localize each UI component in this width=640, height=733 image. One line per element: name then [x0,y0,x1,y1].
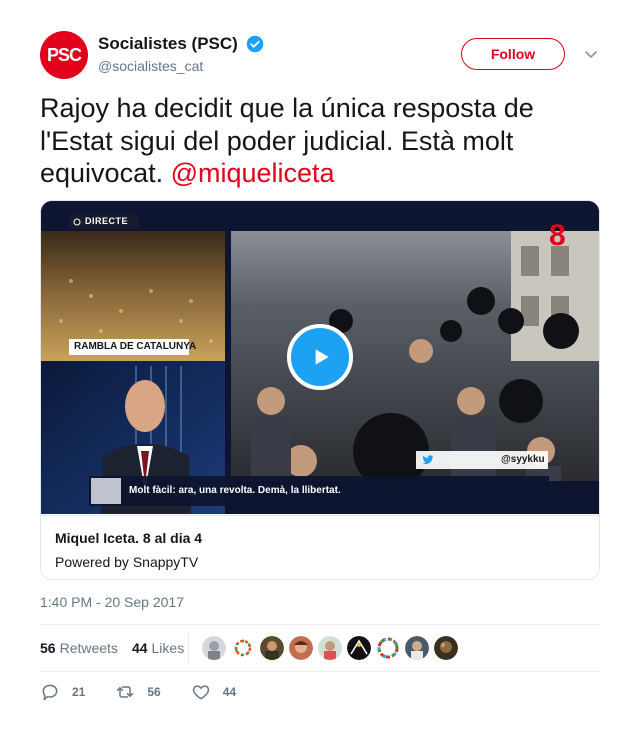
card-title: Miquel Iceta. 8 al dia 4 [55,530,203,546]
tweet-text: Rajoy ha decidit que la única resposta d… [40,92,600,190]
retweets-label: Retweets [59,640,118,656]
reply-icon [42,684,58,701]
liker-avatar[interactable] [318,636,342,660]
divider-bottom [40,671,600,672]
twitter-bird-icon [422,455,434,465]
channel-logo: 8 [549,219,566,252]
engagement-stats: 56 Retweets 44 Likes [40,636,184,660]
liker-avatar[interactable] [347,636,371,660]
liker-avatar[interactable] [405,636,429,660]
location-tag: RAMBLA DE CATALUNYA [74,341,197,352]
video-player[interactable]: 8 DIRECTE RAMBLA DE CATALUNYA @syykku Mo… [41,201,599,514]
likes-count: 44 [131,640,148,656]
author-name[interactable]: Socialistes (PSC) [98,34,238,54]
tweet-timestamp[interactable]: 1:40 PM - 20 Sep 2017 [40,594,184,610]
tweet-header: PSC Socialistes (PSC) @socialistes_cat F… [40,30,600,80]
divider-top [40,624,600,625]
follow-button[interactable]: Follow [461,38,565,70]
author-handle[interactable]: @socialistes_cat [98,58,264,74]
liker-avatar[interactable] [434,636,458,660]
reply-button[interactable]: 21 [40,682,85,702]
play-button[interactable] [287,324,353,390]
verified-icon [247,35,264,53]
liker-avatar[interactable] [376,636,400,660]
mention-link[interactable]: @miqueliceta [171,158,335,188]
liker-avatar[interactable] [231,636,255,660]
avatar-text: PSC [46,44,82,65]
author-info: Socialistes (PSC) @socialistes_cat [98,34,264,74]
chevron-down-icon[interactable] [583,46,599,62]
retweets-count: 56 [40,640,56,656]
retweets-stat[interactable]: 56 Retweets [40,640,118,656]
likes-label: Likes [151,640,185,656]
video-subtitle: Molt fàcil: ara, una revolta. Demà, la l… [129,485,341,496]
media-card[interactable]: 8 DIRECTE RAMBLA DE CATALUNYA @syykku Mo… [40,200,600,580]
liker-avatars [202,636,463,660]
like-count: 44 [222,685,237,699]
live-badge: DIRECTE [85,216,129,226]
like-button[interactable]: 44 [191,682,236,702]
retweet-button[interactable]: 56 [115,682,161,702]
retweet-count: 56 [147,685,161,699]
source-handle: @syykku [501,454,545,465]
card-subtitle: Powered by SnappyTV [55,554,199,570]
card-info[interactable]: Miquel Iceta. 8 al dia 4 Powered by Snap… [41,515,599,579]
heart-icon [192,685,209,700]
play-icon [315,349,329,365]
liker-avatar[interactable] [202,636,226,660]
likes-stat[interactable]: 44 Likes [132,640,184,656]
liker-avatar[interactable] [260,636,284,660]
avatar[interactable]: PSC [40,31,88,79]
liker-avatar[interactable] [289,636,313,660]
retweet-icon [117,686,134,698]
tweet-actions: 21 56 44 [40,682,266,702]
stats-separator [188,633,189,663]
reply-count: 21 [72,685,86,699]
